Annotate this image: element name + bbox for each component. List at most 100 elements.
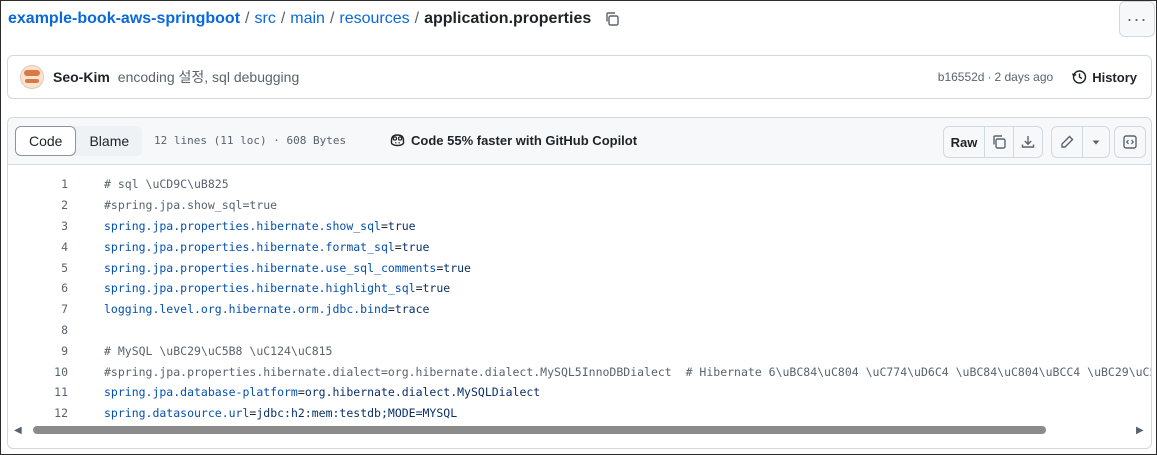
line-number[interactable]: 4 — [8, 240, 68, 254]
line-number[interactable]: 1 — [8, 177, 68, 191]
property-value: true — [422, 281, 451, 296]
breadcrumb-separator: / — [280, 10, 286, 27]
property-operator: = — [380, 218, 388, 233]
property-key: spring.jpa.properties.hibernate.use_sql_… — [104, 260, 437, 275]
code-line: 3 spring.jpa.properties.hibernate.show_sq… — [8, 216, 1151, 237]
line-number[interactable]: 8 — [8, 323, 68, 337]
property-key: spring.jpa.database-platform — [104, 385, 298, 400]
code-line: 7 logging.level.org.hibernate.orm.jdbc.bi… — [8, 299, 1151, 320]
code-line: 11 spring.jpa.database-platform=org.hiber… — [8, 382, 1151, 403]
horizontal-scrollbar[interactable]: ◀ ▶ — [8, 421, 1151, 441]
copilot-label: Code 55% faster with GitHub Copilot — [411, 132, 638, 148]
line-number[interactable]: 12 — [8, 406, 68, 420]
line-content: spring.jpa.properties.hibernate.highligh… — [104, 281, 450, 295]
line-content: # sql \uCD9C\uB825 — [104, 177, 229, 191]
download-button[interactable] — [1013, 127, 1042, 157]
code-line: 4 spring.jpa.properties.hibernate.format_… — [8, 236, 1151, 257]
line-comment: #spring.jpa.properties.hibernate.dialect… — [104, 364, 1152, 379]
tab-code[interactable]: Code — [15, 126, 77, 156]
commit-sha[interactable]: b16552d — [938, 70, 985, 84]
property-value: jdbc:h2:mem:testdb;MODE=MYSQL — [256, 406, 458, 421]
view-mode-toggle: Code Blame — [15, 126, 143, 156]
scrollbar-thumb[interactable] — [33, 426, 1046, 434]
line-number[interactable]: 10 — [8, 365, 68, 379]
raw-actions-group: Raw — [943, 126, 1043, 158]
breadcrumb-separator: / — [245, 10, 250, 27]
copy-icon — [993, 135, 1006, 149]
commit-message[interactable]: encoding 설정, sql debugging — [118, 67, 299, 87]
line-content: spring.datasource.url=jdbc:h2:mem:testdb… — [104, 406, 457, 420]
breadcrumb-separator: / — [414, 10, 420, 27]
commit-time: 2 days ago — [994, 70, 1054, 84]
pencil-icon — [1061, 135, 1074, 148]
line-number[interactable]: 5 — [8, 261, 68, 275]
line-number[interactable]: 9 — [8, 344, 68, 358]
edit-dropdown-button[interactable] — [1082, 127, 1109, 157]
edit-button[interactable] — [1052, 127, 1082, 157]
breadcrumb-separator: / — [329, 10, 335, 27]
copilot-icon — [390, 134, 405, 147]
symbols-group — [1114, 126, 1146, 158]
copy-path-icon[interactable] — [603, 10, 621, 28]
commit-dot: · — [987, 70, 992, 84]
scroll-left-icon[interactable]: ◀ — [14, 425, 22, 436]
property-key: spring.jpa.properties.hibernate.show_sql — [104, 218, 381, 233]
line-number[interactable]: 3 — [8, 219, 68, 233]
raw-button[interactable]: Raw — [944, 127, 984, 157]
property-operator: = — [394, 239, 402, 254]
property-value: true — [443, 260, 471, 275]
history-button[interactable]: History — [1071, 69, 1137, 85]
code-square-icon — [1123, 135, 1137, 149]
avatar[interactable] — [20, 65, 44, 89]
line-number[interactable]: 7 — [8, 302, 68, 316]
commit-meta: b16552d · 2 days ago History — [938, 56, 1137, 98]
breadcrumb-main-link[interactable]: main — [290, 10, 325, 28]
code-line: 2 #spring.jpa.show_sql=true — [8, 195, 1151, 216]
code-line: 10 #spring.jpa.properties.hibernate.diale… — [8, 361, 1151, 382]
breadcrumb: example-book-aws-springboot / src / main… — [8, 7, 621, 31]
meta-dot: · — [273, 134, 280, 147]
property-key: spring.datasource.url — [104, 406, 250, 421]
more-options-button[interactable]: ··· — [1119, 1, 1155, 37]
breadcrumb-src-link[interactable]: src — [254, 10, 275, 28]
window-frame: example-book-aws-springboot / src / main… — [0, 0, 1157, 455]
property-operator: = — [387, 302, 395, 317]
property-value: true — [387, 218, 416, 233]
tab-blame[interactable]: Blame — [76, 126, 142, 156]
property-operator: = — [297, 385, 305, 400]
line-content: spring.jpa.properties.hibernate.use_sql_… — [104, 261, 471, 275]
scroll-right-icon[interactable]: ▶ — [1136, 425, 1144, 436]
code-line: 5 spring.jpa.properties.hibernate.use_sql… — [8, 257, 1151, 278]
edit-actions-group — [1051, 126, 1110, 158]
kebab-horizontal-icon: ··· — [1126, 8, 1148, 29]
line-content: spring.jpa.database-platform=org.hiberna… — [104, 385, 540, 399]
line-comment: # MySQL \uBC29\uC5B8 \uC124\uC815 — [104, 343, 333, 358]
history-label: History — [1092, 69, 1137, 85]
scrollbar-track[interactable] — [30, 426, 1130, 436]
property-value: trace — [394, 302, 430, 317]
latest-commit-bar: Seo-Kim encoding 설정, sql debugging b1655… — [7, 55, 1152, 99]
line-count: 12 lines (11 loc) — [154, 134, 267, 147]
symbols-panel-button[interactable] — [1115, 127, 1145, 157]
line-content: spring.jpa.properties.hibernate.show_sql… — [104, 219, 416, 233]
line-content: # MySQL \uBC29\uC5B8 \uC124\uC815 — [104, 344, 332, 358]
code-line: 9 # MySQL \uBC29\uC5B8 \uC124\uC815 — [8, 340, 1151, 361]
breadcrumb-resources-link[interactable]: resources — [339, 10, 409, 28]
property-value: org.hibernate.dialect.MySQLDialect — [304, 385, 541, 400]
breadcrumb-repo-link[interactable]: example-book-aws-springboot — [8, 10, 240, 28]
line-comment: # sql \uCD9C\uB825 — [104, 177, 229, 192]
code-area[interactable]: 1 # sql \uCD9C\uB825 2 #spring.jpa.show_sql… — [8, 174, 1151, 424]
file-size: 608 Bytes — [286, 134, 347, 147]
file-viewer: Code Blame 12 lines (11 loc) · 608 Bytes… — [7, 117, 1152, 449]
line-number[interactable]: 2 — [8, 198, 68, 212]
commit-author[interactable]: Seo-Kim — [53, 69, 110, 85]
triangle-down-icon — [1092, 140, 1100, 145]
copy-raw-button[interactable] — [984, 127, 1013, 157]
code-line: 1 # sql \uCD9C\uB825 — [8, 174, 1151, 195]
property-operator: = — [415, 281, 423, 296]
code-line: 8 — [8, 320, 1151, 341]
download-icon — [1021, 136, 1035, 148]
line-number[interactable]: 11 — [8, 385, 68, 399]
line-number[interactable]: 6 — [8, 281, 68, 295]
copilot-promo-link[interactable]: Code 55% faster with GitHub Copilot — [389, 132, 637, 148]
